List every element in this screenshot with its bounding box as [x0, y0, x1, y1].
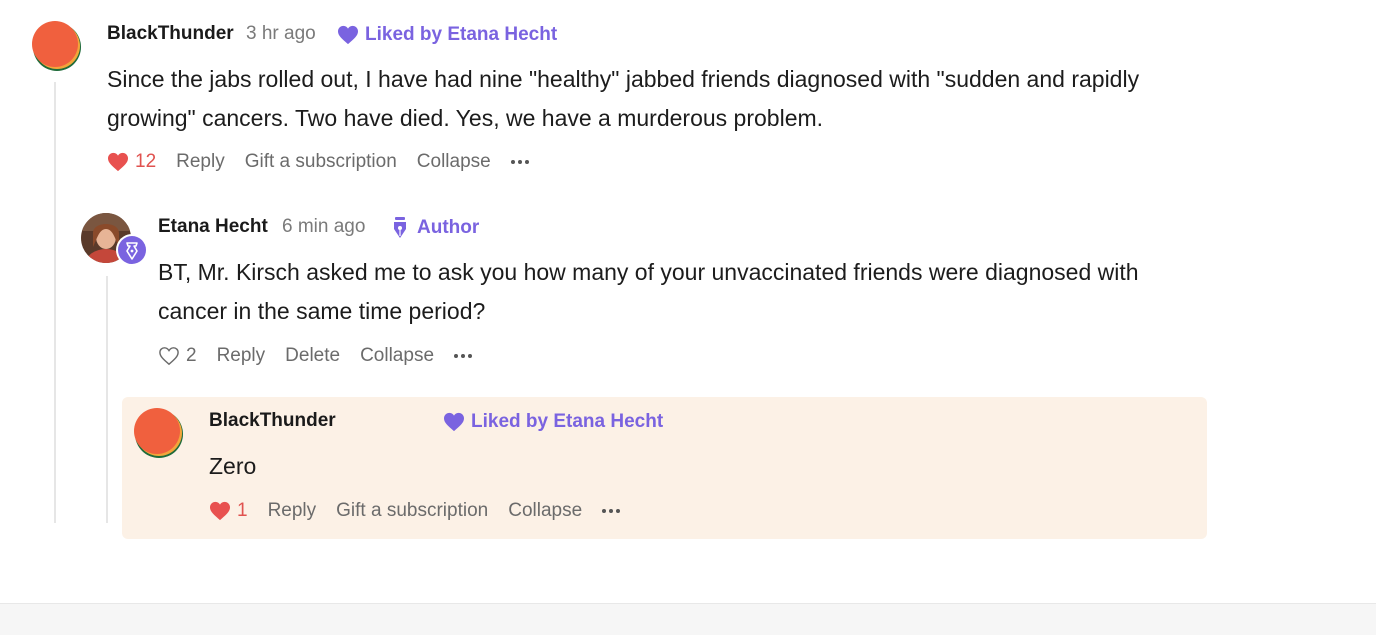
- reply-author-name[interactable]: Etana Hecht: [158, 216, 268, 238]
- collapse-button[interactable]: Collapse: [417, 151, 491, 173]
- like-button[interactable]: 12: [107, 151, 156, 173]
- thread-line-reply: [106, 276, 108, 523]
- collapse-button[interactable]: Collapse: [360, 345, 434, 367]
- comment-body: Since the jabs rolled out, I have had ni…: [107, 66, 1140, 131]
- ellipsis-icon[interactable]: [510, 160, 529, 164]
- avatar-etana-hecht[interactable]: [81, 213, 149, 267]
- like-button[interactable]: 2: [158, 345, 197, 367]
- avatar-blackthunder[interactable]: [30, 19, 82, 71]
- heart-icon: [338, 25, 358, 45]
- reply-timestamp[interactable]: 6 min ago: [282, 216, 365, 238]
- nested-author-name[interactable]: BlackThunder: [209, 410, 336, 432]
- gift-subscription-button[interactable]: Gift a subscription: [336, 500, 488, 522]
- comment-timestamp[interactable]: 3 hr ago: [246, 23, 316, 45]
- heart-filled-icon: [210, 501, 230, 521]
- delete-button[interactable]: Delete: [285, 345, 340, 367]
- page-footer-band: [0, 603, 1376, 635]
- like-count: 1: [237, 500, 248, 521]
- heart-filled-icon: [108, 152, 128, 172]
- author-badge: Author: [391, 216, 479, 240]
- liked-by-author-badge: Liked by Etana Hecht: [443, 411, 663, 433]
- collapse-button[interactable]: Collapse: [508, 500, 582, 522]
- like-count: 2: [186, 345, 197, 366]
- liked-by-label: Liked by Etana Hecht: [471, 411, 664, 432]
- comment-thread-page: BlackThunder 3 hr ago Liked by Etana Hec…: [0, 0, 1376, 635]
- heart-outline-icon: [159, 347, 179, 366]
- nested-body: Zero: [209, 453, 257, 479]
- reply-button[interactable]: Reply: [176, 151, 225, 173]
- ellipsis-icon[interactable]: [454, 354, 473, 358]
- reply-actions: 2 Reply Delete Collapse: [158, 344, 473, 368]
- reply-body: BT, Mr. Kirsch asked me to ask you how m…: [158, 259, 1139, 324]
- comment-author-name[interactable]: BlackThunder: [107, 23, 234, 45]
- author-badge-label: Author: [417, 217, 480, 238]
- reply-button[interactable]: Reply: [268, 500, 317, 522]
- reply-button[interactable]: Reply: [217, 345, 266, 367]
- liked-by-author-badge: Liked by Etana Hecht: [337, 24, 557, 46]
- comment-actions: 12 Reply Gift a subscription Collapse: [107, 150, 529, 174]
- gift-subscription-button[interactable]: Gift a subscription: [245, 151, 397, 173]
- heart-icon: [444, 412, 464, 432]
- like-count: 12: [135, 151, 157, 172]
- like-button[interactable]: 1: [209, 500, 248, 522]
- liked-by-label: Liked by Etana Hecht: [365, 24, 558, 45]
- thread-line-root: [54, 82, 56, 523]
- fountain-pen-icon: [394, 217, 406, 238]
- ellipsis-icon[interactable]: [602, 509, 621, 513]
- avatar-blackthunder[interactable]: [132, 406, 184, 458]
- nested-actions: 1 Reply Gift a subscription Collapse: [209, 499, 621, 523]
